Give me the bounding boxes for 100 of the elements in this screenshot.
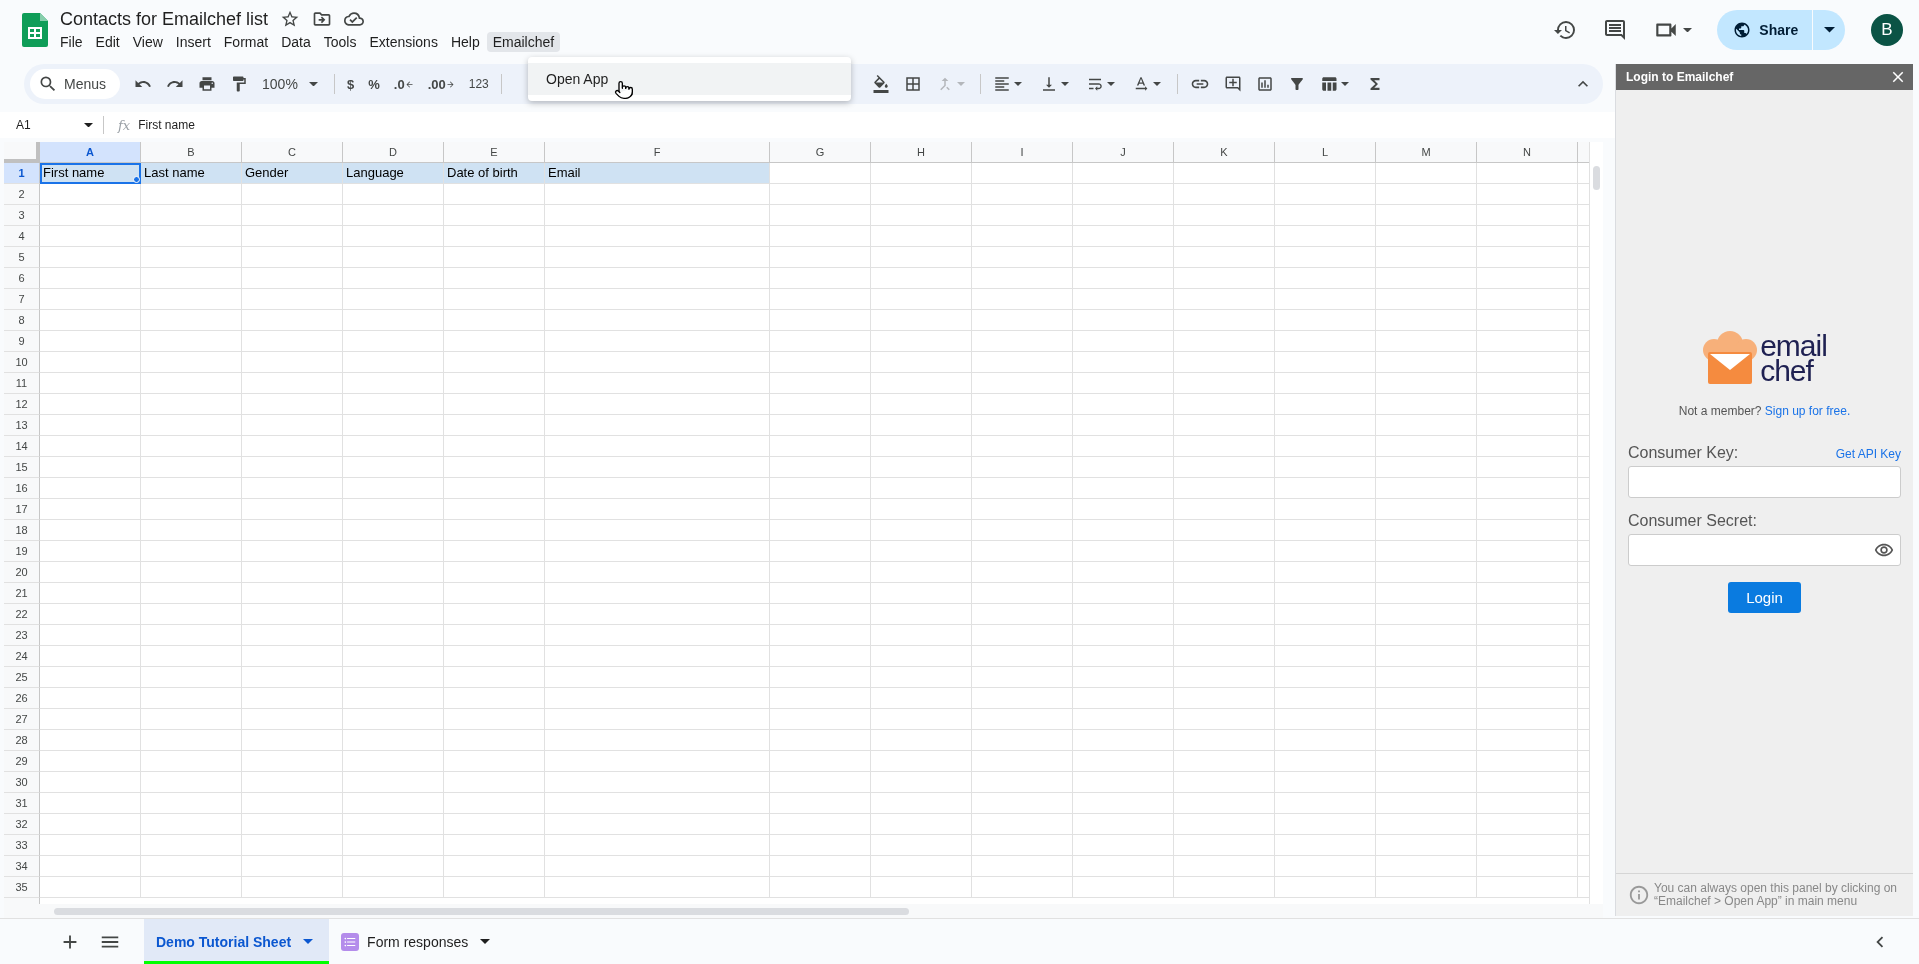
column-header[interactable]: H [871, 142, 972, 163]
column-header[interactable]: J [1073, 142, 1174, 163]
number-format-button[interactable]: % [364, 70, 384, 98]
caret-icon [1014, 82, 1023, 86]
formula-label: fx [118, 117, 131, 133]
input-field[interactable] [1628, 466, 1901, 498]
formula-field[interactable]: First name [138, 118, 195, 132]
panel-title: Login to Emailchef [1626, 70, 1734, 84]
row-number[interactable]: 14 [4, 436, 40, 457]
table-cell[interactable]: Gender [242, 163, 343, 184]
menus-search-field[interactable]: Menus [30, 69, 121, 99]
row-number[interactable]: 21 [4, 583, 40, 604]
row-number[interactable]: 23 [4, 625, 40, 646]
row-number[interactable]: 27 [4, 709, 40, 730]
column-header[interactable]: K [1174, 142, 1275, 163]
column-header[interactable]: F [545, 142, 770, 163]
login-button[interactable]: Login [1728, 582, 1801, 613]
column-header[interactable]: I [972, 142, 1073, 163]
row-number[interactable]: 8 [4, 310, 40, 331]
row-number[interactable]: 20 [4, 562, 40, 583]
account-avatar[interactable]: B [1871, 14, 1903, 46]
table-cell[interactable]: First name [40, 163, 141, 184]
row-number[interactable]: 29 [4, 751, 40, 772]
form-icon [341, 932, 360, 951]
menu-item[interactable]: Tools [317, 31, 363, 52]
column-header[interactable]: B [141, 142, 242, 163]
row-number[interactable]: 13 [4, 415, 40, 436]
sheet-tab[interactable]: Demo Tutorial Sheet [144, 919, 330, 964]
row-number[interactable]: 11 [4, 373, 40, 394]
row-number[interactable]: 31 [4, 793, 40, 814]
column-header[interactable]: D [343, 142, 444, 163]
menu-item[interactable]: Help [444, 31, 486, 52]
caret-icon [303, 939, 314, 944]
document-title[interactable]: Contacts for Emailchef list [60, 8, 269, 30]
fill-handle[interactable] [133, 176, 140, 183]
menu-item[interactable]: Insert [169, 31, 217, 52]
folder-move-icon[interactable] [312, 9, 333, 29]
row-number[interactable]: 15 [4, 457, 40, 478]
row-number[interactable]: 24 [4, 646, 40, 667]
menu-item[interactable]: Format [217, 31, 275, 52]
row-number[interactable]: 17 [4, 499, 40, 520]
column-header[interactable]: G [770, 142, 871, 163]
signup-text: Not a member? Sign up for free. [1677, 404, 1852, 418]
api-key-link[interactable]: Get API Key [1835, 447, 1901, 461]
column-header[interactable]: M [1376, 142, 1477, 163]
search-icon [38, 74, 58, 94]
row-number[interactable]: 35 [4, 877, 40, 898]
cloud-check-icon[interactable] [344, 9, 365, 29]
row-number[interactable]: 32 [4, 814, 40, 835]
zoom-select[interactable]: 100% [258, 70, 327, 98]
row-number[interactable]: 2 [4, 184, 40, 205]
name-box[interactable]: A1 [16, 116, 104, 134]
row-number[interactable]: 33 [4, 835, 40, 856]
number-format-button[interactable]: .00 [423, 70, 459, 98]
column-header[interactable]: L [1275, 142, 1376, 163]
column-header[interactable]: E [444, 142, 545, 163]
row-number[interactable]: 28 [4, 730, 40, 751]
row-number[interactable]: 9 [4, 331, 40, 352]
arrow-icon [445, 79, 455, 89]
row-number[interactable]: 12 [4, 394, 40, 415]
menu-item[interactable]: File [54, 31, 89, 52]
number-format-button[interactable]: .0 [389, 70, 418, 98]
row-number[interactable]: 1 [4, 163, 40, 184]
row-number[interactable]: 22 [4, 604, 40, 625]
menu-option[interactable]: Open App [528, 63, 851, 95]
scrollbar-thumb[interactable] [1593, 166, 1600, 190]
table-cell[interactable]: Last name [141, 163, 242, 184]
row-number[interactable]: 19 [4, 541, 40, 562]
sheet-tab[interactable]: Form responses [329, 919, 507, 964]
row-number[interactable]: 3 [4, 205, 40, 226]
menu-item[interactable]: Emailchef [486, 31, 561, 52]
signup-link[interactable]: Sign up for free. [1764, 404, 1851, 418]
number-format-button[interactable]: 123 [464, 70, 493, 98]
menu-item[interactable]: Extensions [363, 31, 444, 52]
column-header[interactable]: A [40, 142, 141, 163]
table-cell[interactable]: Email [545, 163, 770, 184]
number-format-button[interactable]: $ [343, 70, 359, 98]
caret-icon [1107, 82, 1116, 86]
logo-text: email [1760, 333, 1827, 358]
row-number[interactable]: 4 [4, 226, 40, 247]
table-cell[interactable]: Date of birth [444, 163, 545, 184]
row-number[interactable]: 7 [4, 289, 40, 310]
menu-item[interactable]: View [126, 31, 169, 52]
table-cell[interactable]: Language [343, 163, 444, 184]
row-number[interactable]: 30 [4, 772, 40, 793]
row-number[interactable]: 18 [4, 520, 40, 541]
input-field[interactable] [1628, 534, 1901, 566]
row-number[interactable]: 34 [4, 856, 40, 877]
menu-item[interactable]: Data [275, 31, 317, 52]
menu-item[interactable]: Edit [89, 31, 126, 52]
row-number[interactable]: 26 [4, 688, 40, 709]
column-header[interactable]: C [242, 142, 343, 163]
row-number[interactable]: 6 [4, 268, 40, 289]
row-number[interactable]: 5 [4, 247, 40, 268]
scrollbar-thumb[interactable] [54, 907, 909, 915]
row-number[interactable]: 16 [4, 478, 40, 499]
row-number[interactable]: 25 [4, 667, 40, 688]
row-number[interactable]: 10 [4, 352, 40, 373]
column-header[interactable]: N [1477, 142, 1578, 163]
sheets-logo-icon[interactable] [22, 13, 48, 47]
